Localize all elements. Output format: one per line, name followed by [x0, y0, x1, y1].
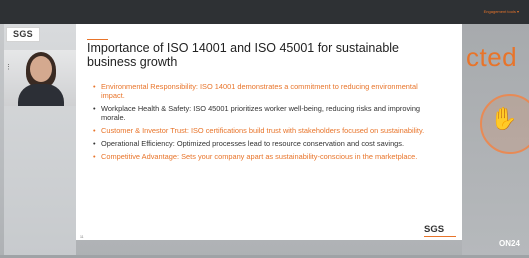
- bullet-item: Environmental Responsibility: ISO 14001 …: [93, 82, 438, 100]
- background-text: cted: [466, 42, 518, 72]
- handle-icon[interactable]: ⋮: [5, 63, 12, 71]
- bullet-item: Customer & Investor Trust: ISO certifica…: [93, 126, 438, 135]
- presenter-video[interactable]: [4, 50, 76, 106]
- background-panel: cted ✋: [462, 24, 529, 256]
- presenter-body: [18, 84, 64, 106]
- sgs-logo: SGS: [6, 27, 40, 42]
- bullet-item: Operational Efficiency: Optimized proces…: [93, 139, 438, 148]
- title-accent-line: [87, 39, 108, 40]
- bullet-item: Workplace Health & Safety: ISO 45001 pri…: [93, 104, 438, 122]
- engagement-tools-menu[interactable]: Engagement tools ▾: [484, 9, 519, 14]
- slide-footer-logo: SGS: [424, 224, 445, 235]
- slide-page-number: 11: [80, 235, 84, 239]
- on24-logo: ON24: [499, 239, 520, 248]
- footer-accent-line: [424, 236, 456, 237]
- webinar-frame: Engagement tools ▾ SGS ⋮ Importance of I…: [0, 0, 529, 258]
- bullet-list: Environmental Responsibility: ISO 14001 …: [93, 82, 438, 165]
- slide-title: Importance of ISO 14001 and ISO 45001 fo…: [87, 41, 400, 69]
- presenter-face: [30, 56, 52, 82]
- bullet-item: Competitive Advantage: Sets your company…: [93, 152, 438, 161]
- hand-icon: ✋: [490, 106, 518, 131]
- top-bar: Engagement tools ▾: [0, 0, 529, 24]
